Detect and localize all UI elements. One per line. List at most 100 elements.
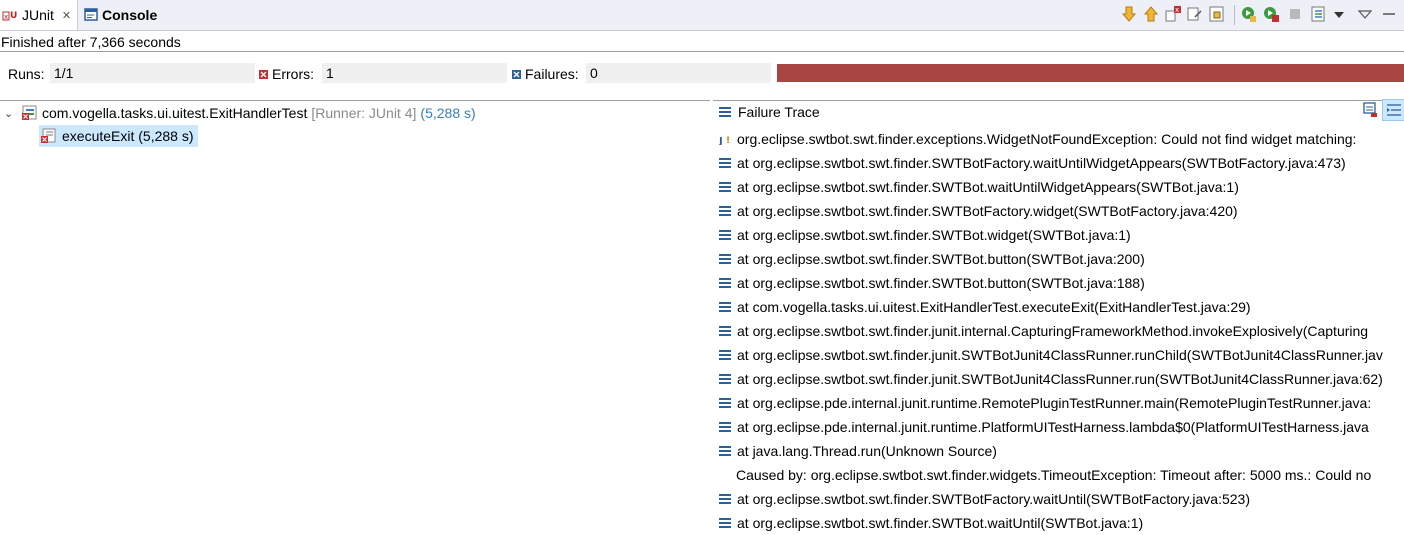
trace-line[interactable]: J ! org.eclipse.swtbot.swt.finder.except… <box>719 127 1356 151</box>
test-error-icon <box>41 128 56 143</box>
trace-text: at org.eclipse.swtbot.swt.finder.junit.S… <box>737 347 1383 363</box>
trace-text: at org.eclipse.swtbot.swt.finder.SWTBot.… <box>737 227 1131 243</box>
trace-line[interactable]: at org.eclipse.swtbot.swt.finder.junit.S… <box>719 343 1383 367</box>
trace-line[interactable]: Caused by: org.eclipse.swtbot.swt.finder… <box>719 463 1371 487</box>
filter-stack-trace-button[interactable] <box>1382 99 1404 121</box>
view-menu-icon[interactable] <box>1356 5 1374 23</box>
trace-text: at org.eclipse.swtbot.swt.finder.SWTBot.… <box>737 179 1239 195</box>
trace-line[interactable]: at org.eclipse.swtbot.swt.finder.SWTBot.… <box>719 511 1143 535</box>
test-suite-error-icon <box>22 105 37 120</box>
exception-icon: J ! <box>719 136 730 145</box>
rerun-test-icon[interactable] <box>1240 5 1258 23</box>
failures-counter: Failures: <box>512 66 579 82</box>
trace-text: org.eclipse.swtbot.swt.finder.exceptions… <box>737 131 1357 147</box>
tree-test-row[interactable]: executeExit (5,288 s) <box>39 125 198 147</box>
filter-stack-icon <box>1387 104 1401 116</box>
toolbar-separator <box>1234 5 1235 25</box>
console-icon <box>84 8 98 21</box>
trace-line[interactable]: at java.lang.Thread.run(Unknown Source) <box>719 439 997 463</box>
trace-line[interactable]: at org.eclipse.pde.internal.junit.runtim… <box>719 415 1369 439</box>
test-progress-bar <box>777 64 1404 82</box>
failure-trace-header: Failure Trace <box>718 103 820 121</box>
show-failures-only-icon[interactable]: x <box>1164 5 1182 23</box>
trace-line[interactable]: at org.eclipse.swtbot.swt.finder.SWTBotF… <box>719 199 1238 223</box>
tab-junit-label: JUnit <box>22 7 54 23</box>
trace-text: at org.eclipse.swtbot.swt.finder.SWTBotF… <box>737 155 1346 171</box>
trace-text: at org.eclipse.pde.internal.junit.runtim… <box>737 419 1369 435</box>
stack-trace-icon <box>719 107 731 117</box>
errors-counter: Errors: <box>259 66 314 82</box>
runs-value: 1/1 <box>50 63 255 83</box>
tab-junit[interactable]: x U JUnit ✕ <box>0 0 78 30</box>
trace-text: Caused by: org.eclipse.swtbot.swt.finder… <box>736 467 1372 483</box>
trace-text: at org.eclipse.swtbot.swt.finder.SWTBot.… <box>737 515 1144 531</box>
stop-icon[interactable] <box>1286 5 1304 23</box>
suite-name: com.vogella.tasks.ui.uitest.ExitHandlerT… <box>42 105 308 121</box>
view-toolbar: x <box>1116 3 1404 27</box>
svg-text:!: ! <box>726 136 730 145</box>
trace-line[interactable]: at org.eclipse.swtbot.swt.finder.SWTBot.… <box>719 271 1145 295</box>
junit-icon: x U <box>2 11 17 21</box>
stack-frame-icon <box>719 422 731 432</box>
trace-line[interactable]: at org.eclipse.swtbot.swt.finder.junit.i… <box>719 319 1368 343</box>
errors-value: 1 <box>322 63 507 83</box>
stack-frame-icon <box>719 302 731 312</box>
trace-line[interactable]: at org.eclipse.swtbot.swt.finder.SWTBotF… <box>719 151 1346 175</box>
stack-frame-icon <box>719 254 731 264</box>
svg-text:x: x <box>1175 6 1179 14</box>
failures-value: 0 <box>586 63 771 83</box>
divider <box>713 100 1404 101</box>
history-dropdown-icon[interactable] <box>1330 5 1348 23</box>
rerun-failed-first-icon[interactable] <box>1262 5 1280 23</box>
test-name: executeExit (5,288 s) <box>62 128 194 144</box>
suite-time: (5,288 s) <box>420 105 476 121</box>
stack-frame-icon <box>719 446 731 456</box>
failure-trace-list[interactable]: J ! org.eclipse.swtbot.swt.finder.except… <box>719 127 1404 535</box>
svg-text:J: J <box>719 136 723 145</box>
stack-frame-icon <box>719 182 731 192</box>
trace-text: at org.eclipse.swtbot.swt.finder.junit.S… <box>737 371 1383 387</box>
previous-failure-icon[interactable] <box>1142 5 1160 23</box>
stack-frame-icon <box>719 518 731 528</box>
failure-trace-title: Failure Trace <box>738 104 820 120</box>
failure-icon <box>512 69 521 79</box>
suite-runner: [Runner: JUnit 4] <box>311 105 417 121</box>
trace-line[interactable]: at org.eclipse.swtbot.swt.finder.SWTBot.… <box>719 175 1239 199</box>
trace-text: at com.vogella.tasks.ui.uitest.ExitHandl… <box>737 299 1251 315</box>
runs-label: Runs: <box>8 66 45 82</box>
trace-line[interactable]: at org.eclipse.swtbot.swt.finder.junit.S… <box>719 367 1383 391</box>
trace-text: at org.eclipse.swtbot.swt.finder.SWTBotF… <box>737 203 1238 219</box>
stack-frame-icon <box>719 398 731 408</box>
compare-result-icon[interactable] <box>1362 101 1380 119</box>
minimize-icon[interactable] <box>1380 5 1398 23</box>
trace-line[interactable]: at org.eclipse.swtbot.swt.finder.SWTBot.… <box>719 247 1145 271</box>
stack-frame-icon <box>719 494 731 504</box>
show-skipped-icon[interactable] <box>1186 5 1204 23</box>
trace-line[interactable]: at org.eclipse.swtbot.swt.finder.SWTBot.… <box>719 223 1131 247</box>
close-icon[interactable]: ✕ <box>62 9 71 22</box>
divider <box>0 100 710 101</box>
trace-line[interactable]: at com.vogella.tasks.ui.uitest.ExitHandl… <box>719 295 1251 319</box>
stack-frame-icon <box>719 350 731 360</box>
trace-text: at org.eclipse.swtbot.swt.finder.SWTBot.… <box>737 275 1145 291</box>
svg-text:U: U <box>10 11 17 21</box>
trace-text: at org.eclipse.pde.internal.junit.runtim… <box>737 395 1372 411</box>
svg-text:x: x <box>4 13 8 21</box>
chevron-down-icon[interactable]: ⌄ <box>4 107 18 120</box>
trace-text: at org.eclipse.swtbot.swt.finder.SWTBotF… <box>737 491 1250 507</box>
trace-text: at java.lang.Thread.run(Unknown Source) <box>737 443 997 459</box>
trace-line[interactable]: at org.eclipse.pde.internal.junit.runtim… <box>719 391 1371 415</box>
view-tab-bar: x U JUnit ✕ Console x <box>0 0 1404 31</box>
stack-frame-icon <box>719 326 731 336</box>
stack-frame-icon <box>719 374 731 384</box>
tab-console[interactable]: Console <box>82 0 157 30</box>
next-failure-icon[interactable] <box>1120 5 1138 23</box>
stack-frame-icon <box>719 206 731 216</box>
stack-frame-icon <box>719 278 731 288</box>
trace-text: at org.eclipse.swtbot.swt.finder.SWTBot.… <box>737 251 1145 267</box>
trace-line[interactable]: at org.eclipse.swtbot.swt.finder.SWTBotF… <box>719 487 1250 511</box>
test-run-history-icon[interactable] <box>1310 5 1328 23</box>
tree-suite-row[interactable]: ⌄ com.vogella.tasks.ui.uitest.ExitHandle… <box>4 102 476 124</box>
scroll-lock-icon[interactable] <box>1208 5 1226 23</box>
tab-console-label: Console <box>102 7 158 23</box>
